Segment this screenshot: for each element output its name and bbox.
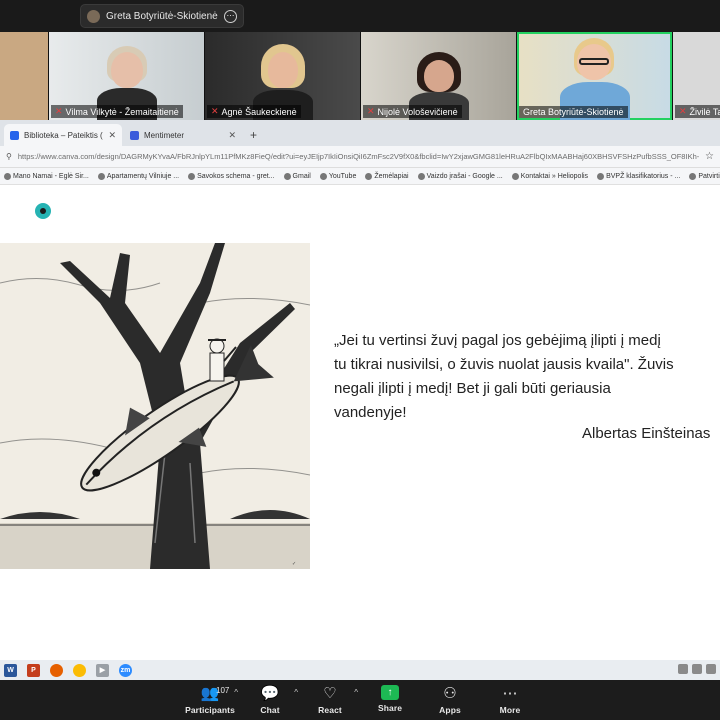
chevron-up-icon[interactable]: ^ [294, 688, 298, 697]
share-screen-icon: ↑ [381, 685, 399, 700]
chrome-icon[interactable] [73, 663, 86, 677]
tab-bar: Biblioteka – Pateiktis (169) ✕ Mentimete… [0, 120, 720, 146]
tab-canva[interactable]: Biblioteka – Pateiktis (169) ✕ [4, 124, 122, 146]
media-icon[interactable]: ▶ [96, 663, 109, 677]
video-tile-active[interactable]: Greta Botyriūtė-Skiotienė [517, 32, 672, 120]
chat-button[interactable]: 💬 Chat ^ [240, 680, 300, 715]
svg-text:✓: ✓ [292, 561, 296, 567]
bookmark-favicon [188, 172, 196, 180]
participant-name: ✕ Agnė Šaukeckienė [207, 105, 301, 118]
video-strip: ✕ Vilma Vilkytė - Žemaitaitienė ✕ Agnė Šau… [0, 32, 720, 120]
word-icon[interactable]: W [4, 663, 17, 677]
mentimeter-icon [130, 130, 139, 140]
tray-icon[interactable] [678, 664, 688, 674]
firefox-icon[interactable] [50, 663, 63, 677]
bookmark-item[interactable]: YouTube [319, 172, 356, 180]
address-bar[interactable]: ⚲ https://www.canva.com/design/DAGRMyKYv… [0, 146, 720, 168]
bookmark-item[interactable]: Savokos schema - gret... [188, 172, 275, 180]
tray-icon[interactable] [692, 664, 702, 674]
react-icon: ♡ [323, 685, 337, 702]
bookmark-item[interactable]: Apartamentų Vilniuje ... [97, 172, 179, 180]
bookmark-favicon [283, 172, 291, 180]
participant-count: 107 [216, 686, 230, 695]
screen-share-banner[interactable]: Greta Botyriūtė-Skiotienė's screen ⋯ [80, 4, 244, 28]
quote-line: „Jei tu vertinsi žuvį pagal jos gebėjimą… [334, 332, 661, 349]
apps-icon: ⚇ [443, 685, 457, 702]
bookmark-item[interactable]: Patvirtinti užsakyma [689, 172, 720, 180]
system-tray [678, 664, 716, 674]
more-options-icon[interactable]: ⋯ [224, 9, 237, 23]
quote-line: vandenyje! [334, 404, 407, 421]
bookmark-favicon [689, 172, 697, 180]
participant-name: Greta Botyriūtė-Skiotienė [519, 106, 628, 118]
video-tile-partial[interactable] [0, 32, 48, 120]
slide-nav-button[interactable] [35, 203, 51, 219]
participant-name: ✕ Vilma Vilkytė - Žemaitaitienė [51, 105, 183, 118]
mic-muted-icon: ✕ [367, 106, 375, 116]
mic-muted-icon: ✕ [55, 106, 63, 116]
meeting-controls: 👥 Participants 107 ^ 💬 Chat ^ ♡ React ^ ↑ Share ⚇ App… [0, 680, 720, 720]
apps-button[interactable]: ⚇ Apps [420, 680, 480, 715]
react-button[interactable]: ♡ React ^ [300, 680, 360, 715]
tab-mentimeter[interactable]: Mentimeter ✕ [124, 124, 242, 146]
participant-name: ✕ Nijolė Vološevičienė [363, 105, 462, 118]
participants-button[interactable]: 👥 Participants 107 ^ [180, 680, 240, 715]
site-info-icon[interactable]: ⚲ [6, 152, 12, 161]
shared-browser-window: Biblioteka – Pateiktis (169) ✕ Mentimete… [0, 120, 720, 660]
bookmark-favicon [597, 172, 605, 180]
canva-icon [10, 130, 19, 140]
chevron-up-icon[interactable]: ^ [354, 688, 358, 697]
close-tab-icon[interactable]: ✕ [108, 130, 116, 141]
close-tab-icon[interactable]: ✕ [228, 130, 236, 141]
bookmark-item[interactable]: Gmail [283, 172, 311, 180]
bookmark-favicon [365, 172, 373, 180]
bookmark-star-icon[interactable]: ☆ [705, 151, 714, 162]
powerpoint-icon[interactable]: P [27, 663, 40, 677]
video-tile-1[interactable]: ✕ Vilma Vilkytė - Žemaitaitienė [49, 32, 204, 120]
quote-line: tu tikrai nusivilsi, o žuvis nuolat jaus… [334, 356, 674, 373]
bookmarks-bar: Mano Namai - Eglė Sir... Apartamentų Viln… [0, 168, 720, 185]
bookmark-item[interactable]: Žemėlapiai [365, 172, 409, 180]
chat-icon: 💬 [260, 685, 280, 702]
presenter-avatar [87, 9, 100, 23]
chevron-up-icon[interactable]: ^ [234, 688, 238, 697]
bookmark-item[interactable]: BVPŽ klasifikatorius - ... [597, 172, 680, 180]
more-icon: ⋯ [502, 685, 518, 702]
video-tile-5[interactable]: ✕ Živilė Ta [673, 32, 720, 120]
bookmark-favicon [97, 172, 105, 180]
bookmark-item[interactable]: Mano Namai - Eglė Sir... [4, 172, 89, 180]
bookmark-favicon [417, 172, 425, 180]
zoom-window: ✕ Vilma Vilkytė - Žemaitaitienė ✕ Agnė Šau… [0, 0, 720, 720]
einstein-quote: „Jei tu vertinsi žuvį pagal jos gebėjimą… [334, 329, 720, 425]
quote-line: negali įlipti į medį! Bet ji gali būti g… [334, 380, 611, 397]
video-tile-2[interactable]: ✕ Agnė Šaukeckienė [205, 32, 360, 120]
url-text[interactable]: https://www.canva.com/design/DAGRMyKYvaA… [18, 152, 699, 161]
mic-muted-icon: ✕ [211, 106, 219, 116]
more-button[interactable]: ⋯ More [480, 680, 540, 715]
bookmark-favicon [4, 172, 11, 180]
bookmark-favicon [511, 172, 519, 180]
tray-icon[interactable] [706, 664, 716, 674]
windows-taskbar: W P ▶ zm [0, 660, 720, 680]
bookmark-favicon [319, 172, 327, 180]
participant-name: ✕ Živilė Ta [675, 105, 720, 118]
fish-in-tree-illustration: ✓ [0, 243, 310, 569]
share-button[interactable]: ↑ Share [360, 680, 420, 713]
bookmark-item[interactable]: Kontaktai » Heliopolis [511, 172, 588, 180]
canva-slide: ✓ „Jei tu vertinsi žuvį pagal jos gebėji… [0, 185, 720, 660]
bookmark-item[interactable]: Vaizdo įrašai - Google ... [417, 172, 503, 180]
zoom-icon[interactable]: zm [119, 663, 132, 677]
mic-muted-icon: ✕ [679, 106, 687, 116]
new-tab-icon[interactable]: + [250, 128, 257, 142]
video-tile-3[interactable]: ✕ Nijolė Vološevičienė [361, 32, 516, 120]
quote-author: Albertas Einšteinas [582, 425, 711, 442]
